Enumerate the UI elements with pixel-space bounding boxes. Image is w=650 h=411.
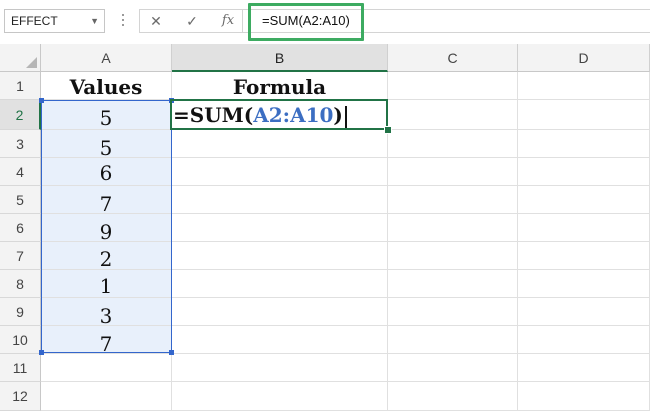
cell-b2-formula[interactable]: =SUM(A2:A10)	[173, 102, 347, 128]
cell-a5[interactable]: 7	[41, 186, 172, 216]
grid-cell[interactable]	[388, 158, 518, 186]
cell-a9[interactable]: 3	[41, 298, 172, 328]
grid-cell[interactable]	[518, 130, 650, 158]
formula-bar-divider	[242, 9, 243, 33]
grid-cell[interactable]	[172, 298, 388, 326]
row-header-11[interactable]: 11	[0, 354, 41, 382]
grid-cell[interactable]	[172, 214, 388, 242]
grid-cell[interactable]	[518, 326, 650, 354]
grid-cell[interactable]	[388, 382, 518, 411]
grip-dots-icon[interactable]	[121, 14, 125, 30]
row-header-9[interactable]: 9	[0, 298, 41, 326]
cell-a8[interactable]: 1	[41, 270, 172, 298]
cell-a3[interactable]: 5	[41, 130, 172, 160]
grid-cell[interactable]	[518, 186, 650, 214]
row-header-5[interactable]: 5	[0, 186, 41, 214]
grid-cell[interactable]	[518, 158, 650, 186]
row-header-3[interactable]: 3	[0, 130, 41, 158]
grid-cell[interactable]	[518, 270, 650, 298]
row-header-12[interactable]: 12	[0, 382, 41, 411]
range-handle-bottom-right[interactable]	[169, 350, 174, 355]
formula-prefix: =SUM(	[173, 103, 254, 127]
formula-bar: EFFECT ▼ ✕ ✓ fx =SUM(A2:A10)	[0, 0, 650, 45]
grid-cell[interactable]	[172, 326, 388, 354]
column-header-b[interactable]: B	[172, 44, 388, 72]
name-box-value: EFFECT	[11, 14, 58, 28]
grid-cell[interactable]	[172, 186, 388, 214]
cell-a7[interactable]: 2	[41, 242, 172, 271]
grid-cell[interactable]	[518, 354, 650, 382]
chevron-down-icon[interactable]: ▼	[90, 10, 99, 32]
grid-cell[interactable]	[41, 354, 172, 382]
grid-cell[interactable]	[388, 242, 518, 270]
grid-cell[interactable]	[172, 354, 388, 382]
grid-cell[interactable]	[388, 130, 518, 158]
row-header-6[interactable]: 6	[0, 214, 41, 242]
formula-suffix: )	[333, 103, 343, 127]
select-all-corner[interactable]	[0, 44, 41, 72]
formula-input[interactable]: =SUM(A2:A10)	[262, 12, 350, 30]
row-header-7[interactable]: 7	[0, 242, 41, 270]
formula-bar-area	[139, 9, 650, 33]
row-header-2[interactable]: 2	[0, 100, 41, 130]
cell-a1[interactable]: Values	[41, 72, 172, 100]
cell-a10[interactable]: 7	[41, 326, 172, 356]
grid-cell[interactable]	[388, 270, 518, 298]
grid-cell[interactable]	[518, 382, 650, 411]
cell-a2[interactable]: 5	[41, 100, 172, 130]
range-handle-bottom-left[interactable]	[39, 350, 44, 355]
cell-a4[interactable]: 6	[41, 158, 172, 186]
column-header-a[interactable]: A	[41, 44, 172, 72]
cell-a6[interactable]: 9	[41, 214, 172, 244]
grid-cell[interactable]	[388, 100, 518, 130]
grid-cell[interactable]	[518, 242, 650, 270]
cell-b1[interactable]: Formula	[172, 72, 388, 100]
enter-check-icon[interactable]: ✓	[182, 10, 202, 32]
row-header-10[interactable]: 10	[0, 326, 41, 354]
row-header-1[interactable]: 1	[0, 72, 41, 100]
grid-cell[interactable]	[172, 158, 388, 186]
row-header-8[interactable]: 8	[0, 270, 41, 298]
formula-reference: A2:A10	[253, 103, 334, 127]
text-cursor	[344, 105, 347, 128]
range-handle-top-left[interactable]	[39, 98, 44, 103]
grid-cell[interactable]	[172, 382, 388, 411]
grid-cell[interactable]	[388, 72, 518, 100]
grid-cell[interactable]	[388, 186, 518, 214]
column-header-d[interactable]: D	[518, 44, 650, 72]
column-header-c[interactable]: C	[388, 44, 518, 72]
grid-cell[interactable]	[518, 100, 650, 130]
grid-cell[interactable]	[172, 242, 388, 270]
fill-handle[interactable]	[384, 126, 392, 134]
grid-cell[interactable]	[388, 298, 518, 326]
grid-cell[interactable]	[388, 326, 518, 354]
grid-cell[interactable]	[172, 130, 388, 158]
row-header-4[interactable]: 4	[0, 158, 41, 186]
grid-cell[interactable]	[518, 72, 650, 100]
grid-cell[interactable]	[388, 214, 518, 242]
grid-cell[interactable]	[518, 214, 650, 242]
insert-function-icon[interactable]: fx	[218, 10, 238, 32]
grid-cell[interactable]	[388, 354, 518, 382]
grid-cell[interactable]	[41, 382, 172, 411]
grid-cell[interactable]	[172, 270, 388, 298]
cancel-icon[interactable]: ✕	[146, 10, 166, 32]
grid-cell[interactable]	[518, 298, 650, 326]
name-box[interactable]: EFFECT ▼	[4, 9, 105, 33]
